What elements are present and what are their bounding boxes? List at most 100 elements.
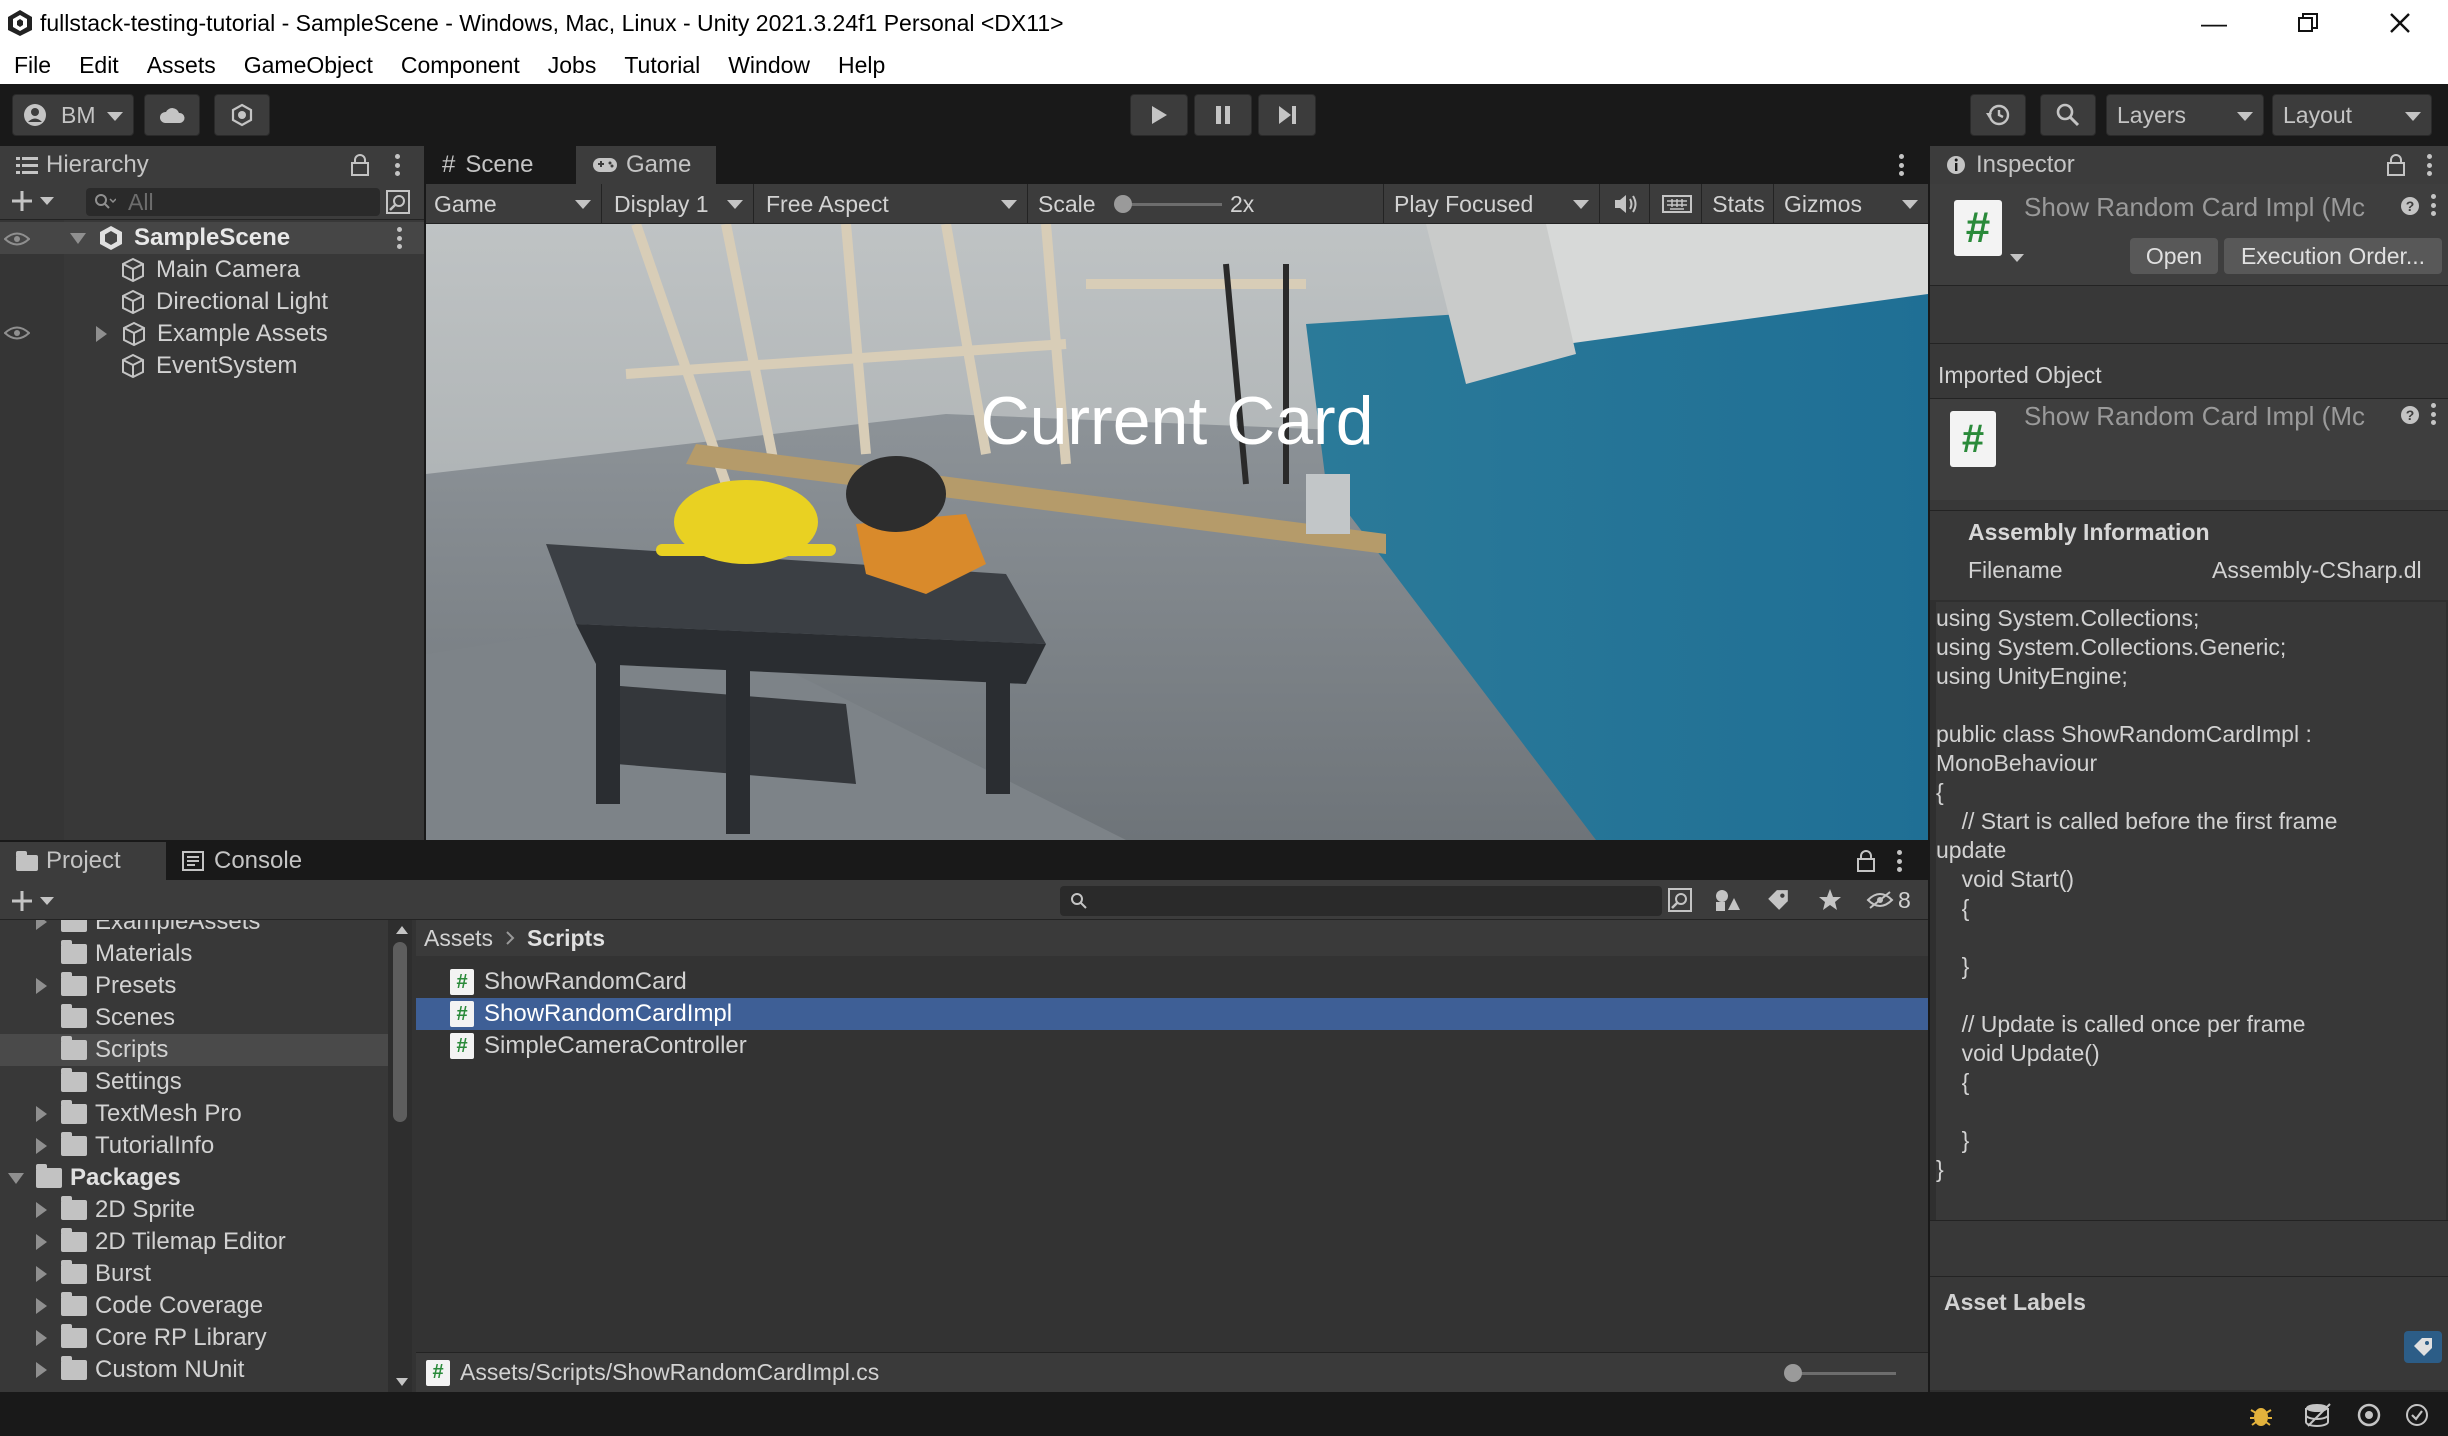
mute-audio-button[interactable]	[1602, 184, 1650, 224]
close-icon[interactable]	[2358, 0, 2442, 46]
cloud-button[interactable]	[144, 94, 200, 136]
play-button[interactable]	[1130, 94, 1188, 136]
create-button[interactable]	[10, 186, 64, 216]
menu-component[interactable]: Component	[401, 52, 520, 79]
debug-bug-icon[interactable]	[2248, 1402, 2274, 1428]
folder-item[interactable]: ExampleAssets	[36, 920, 260, 938]
imported-menu-icon[interactable]	[2430, 403, 2436, 425]
layers-dropdown[interactable]: Layers	[2106, 94, 2264, 136]
tab-inspector[interactable]: Inspector	[1930, 146, 2114, 184]
layout-dropdown[interactable]: Layout	[2272, 94, 2432, 136]
folder-item[interactable]: Materials	[36, 938, 192, 970]
folder-item[interactable]: Presets	[36, 970, 176, 1002]
cache-server-icon[interactable]	[2304, 1402, 2332, 1428]
expand-arrow-icon[interactable]	[36, 1234, 47, 1250]
progress-spinner-icon[interactable]	[2356, 1402, 2382, 1428]
search-by-scene-icon[interactable]	[1668, 888, 1692, 912]
expand-arrow-icon[interactable]	[70, 232, 86, 244]
scale-slider-handle[interactable]	[1114, 195, 1132, 213]
scene-root[interactable]: SampleScene	[70, 222, 290, 254]
expand-arrow-icon[interactable]	[36, 1266, 47, 1282]
hidden-packages-toggle[interactable]: 8	[1866, 884, 1924, 916]
tree-scrollbar-thumb[interactable]	[393, 942, 407, 1122]
favorite-star-icon[interactable]	[1818, 888, 1842, 912]
folder-item[interactable]: TextMesh Pro	[36, 1098, 242, 1130]
asset-label-button[interactable]	[2404, 1331, 2442, 1363]
help-icon[interactable]: ?	[2400, 405, 2420, 425]
pause-button[interactable]	[1194, 94, 1252, 136]
folder-item[interactable]: Scenes	[36, 1002, 175, 1034]
tree-scrollbar[interactable]	[388, 920, 412, 1392]
menu-file[interactable]: File	[14, 52, 51, 79]
lock-icon[interactable]	[350, 154, 370, 176]
collab-button[interactable]	[214, 94, 270, 136]
menu-assets[interactable]: Assets	[147, 52, 216, 79]
icon-dropdown-caret[interactable]	[2010, 254, 2024, 262]
create-asset-button[interactable]	[10, 886, 64, 916]
icon-size-slider-track[interactable]	[1786, 1372, 1896, 1375]
visibility-eye-icon[interactable]	[4, 326, 30, 340]
inspector-menu-icon[interactable]	[2426, 154, 2432, 176]
history-button[interactable]	[1970, 94, 2026, 136]
shortcuts-button[interactable]	[1652, 184, 1702, 224]
folder-item[interactable]: Scripts	[36, 1034, 168, 1066]
account-dropdown[interactable]: BM	[12, 94, 134, 136]
menu-jobs[interactable]: Jobs	[548, 52, 597, 79]
breadcrumb-assets[interactable]: Assets	[424, 925, 493, 952]
play-mode-dropdown[interactable]: Play Focused	[1386, 184, 1600, 224]
tab-game[interactable]: Game	[576, 146, 716, 184]
expand-arrow-icon[interactable]	[96, 326, 107, 342]
scene-menu-icon[interactable]	[396, 227, 402, 249]
tab-scene[interactable]: # Scene	[426, 146, 574, 184]
execution-order-button[interactable]: Execution Order...	[2224, 238, 2442, 274]
folder-item[interactable]: Code Coverage	[36, 1290, 263, 1322]
breadcrumb-scripts[interactable]: Scripts	[527, 925, 605, 952]
file-item[interactable]: # ShowRandomCard	[450, 966, 687, 998]
expand-arrow-icon[interactable]	[36, 1106, 47, 1122]
collapse-arrow-icon[interactable]	[8, 1172, 24, 1184]
menu-tutorial[interactable]: Tutorial	[624, 52, 700, 79]
lock-icon[interactable]	[2386, 154, 2406, 176]
menu-edit[interactable]: Edit	[79, 52, 119, 79]
project-search-field[interactable]	[1060, 886, 1662, 916]
game-menu-icon[interactable]	[1898, 154, 1904, 176]
expand-arrow-icon[interactable]	[36, 978, 47, 994]
filter-by-type-icon[interactable]	[1714, 888, 1740, 912]
menu-help[interactable]: Help	[838, 52, 885, 79]
tab-project[interactable]: Project	[0, 842, 166, 880]
folder-item[interactable]: 2D Sprite	[36, 1194, 195, 1226]
tab-hierarchy[interactable]: Hierarchy	[0, 146, 190, 184]
tab-console[interactable]: Console	[166, 842, 334, 880]
help-icon[interactable]: ?	[2400, 196, 2420, 216]
step-button[interactable]	[1258, 94, 1316, 136]
expand-arrow-icon[interactable]	[36, 1362, 47, 1378]
file-item-selected[interactable]: # ShowRandomCardImpl	[450, 998, 732, 1030]
folder-item[interactable]: TutorialInfo	[36, 1130, 214, 1162]
hierarchy-search-field[interactable]: All	[86, 188, 380, 216]
restore-icon[interactable]	[2266, 0, 2350, 46]
scroll-up-arrow-icon[interactable]	[396, 926, 408, 934]
scene-search-icon[interactable]	[386, 190, 410, 214]
lock-icon[interactable]	[1856, 850, 1876, 872]
expand-arrow-icon[interactable]	[36, 1138, 47, 1154]
hierarchy-item[interactable]: Main Camera	[120, 254, 300, 286]
folder-item[interactable]: Settings	[36, 1066, 182, 1098]
folder-item[interactable]: Packages	[8, 1162, 181, 1194]
aspect-dropdown[interactable]: Free Aspect	[756, 184, 1028, 224]
open-button[interactable]: Open	[2130, 238, 2218, 274]
hierarchy-item[interactable]: Example Assets	[96, 318, 328, 350]
hierarchy-item[interactable]: Directional Light	[120, 286, 328, 318]
folder-item[interactable]: Core RP Library	[36, 1322, 267, 1354]
hierarchy-menu-icon[interactable]	[394, 154, 400, 176]
folder-item[interactable]: Burst	[36, 1258, 151, 1290]
check-circle-icon[interactable]	[2404, 1402, 2430, 1428]
game-mode-dropdown[interactable]: Game	[426, 184, 602, 224]
scroll-down-arrow-icon[interactable]	[396, 1378, 408, 1386]
component-menu-icon[interactable]	[2430, 194, 2436, 216]
expand-arrow-icon[interactable]	[36, 1202, 47, 1218]
expand-arrow-icon[interactable]	[36, 1330, 47, 1346]
minimize-icon[interactable]: —	[2172, 0, 2256, 46]
folder-item[interactable]: 2D Tilemap Editor	[36, 1226, 286, 1258]
folder-item[interactable]: Custom NUnit	[36, 1354, 244, 1386]
search-button[interactable]	[2040, 94, 2096, 136]
